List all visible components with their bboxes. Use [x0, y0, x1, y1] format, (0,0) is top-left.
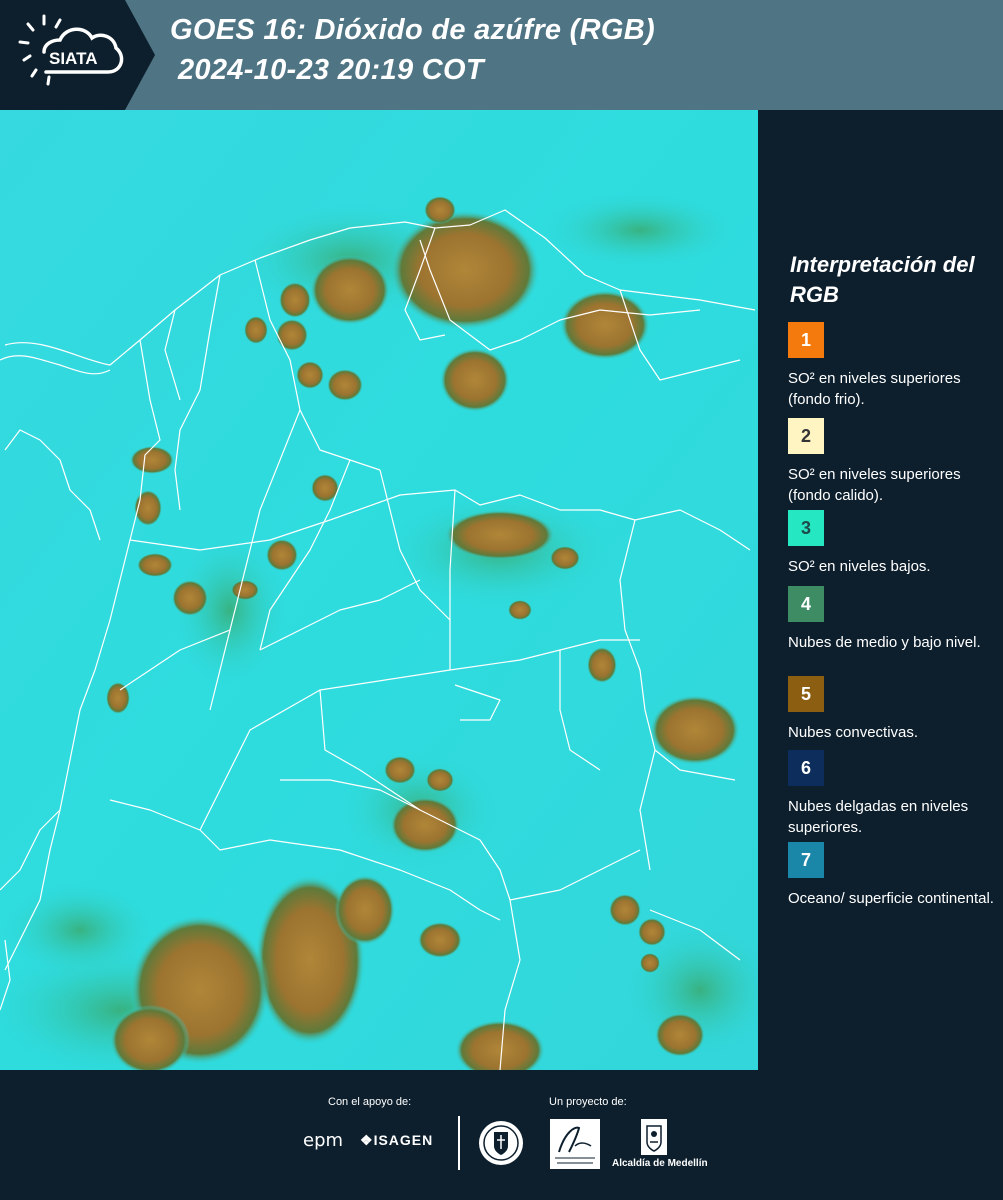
header: SIATA GOES 16: Dióxido de azúfre (RGB) 2… — [0, 0, 1003, 110]
title-line-1: GOES 16: Dióxido de azúfre (RGB) — [170, 14, 655, 46]
legend-item-6: 6 Nubes delgadas en niveles superiores. — [788, 750, 998, 838]
area-metropolitana-logo — [549, 1118, 601, 1175]
legend-item-5: 5 Nubes convectivas. — [788, 676, 998, 743]
legend-text-1: SO² en niveles superiores (fondo frio). — [788, 370, 961, 408]
medellin-seal-icon — [478, 1118, 524, 1173]
footer: Con el apoyo de: Un proyecto de: epm ❖IS… — [0, 1070, 1003, 1200]
legend-text-7: Oceano/ superficie continental. — [788, 890, 994, 907]
legend-item-1: 1 SO² en niveles superiores (fondo frio)… — [788, 322, 998, 410]
legend-swatch-3: 3 — [788, 510, 824, 546]
legend-swatch-7: 7 — [788, 842, 824, 878]
legend-text-6: Nubes delgadas en niveles superiores. — [788, 798, 969, 836]
legend-title: Interpretación del RGB — [790, 252, 975, 307]
project-label: Un proyecto de: — [549, 1096, 627, 1108]
satellite-map — [0, 110, 758, 1070]
legend-text-4: Nubes de medio y bajo nivel. — [788, 634, 981, 651]
legend-swatch-2: 2 — [788, 418, 824, 454]
legend-item-7: 7 Oceano/ superficie continental. — [788, 842, 998, 909]
siata-logo: SIATA — [0, 0, 155, 110]
legend-item-2: 2 SO² en niveles superiores (fondo calid… — [788, 418, 998, 506]
support-label: Con el apoyo de: — [328, 1096, 412, 1108]
alcaldia-medellin-logo — [610, 1118, 690, 1163]
isagen-logo: ❖ISAGEN — [360, 1132, 433, 1149]
legend-item-4: 4 Nubes de medio y bajo nivel. — [788, 586, 998, 653]
isagen-label: ISAGEN — [373, 1132, 434, 1148]
epm-logo: epm — [303, 1130, 344, 1151]
page: SIATA GOES 16: Dióxido de azúfre (RGB) 2… — [0, 0, 1003, 1200]
footer-divider — [458, 1116, 460, 1170]
alcaldia-label: Alcaldía de Medellín — [612, 1158, 708, 1169]
legend-swatch-5: 5 — [788, 676, 824, 712]
legend-swatch-1: 1 — [788, 322, 824, 358]
legend-swatch-6: 6 — [788, 750, 824, 786]
siata-logo-text: SIATA — [49, 49, 97, 68]
legend-text-5: Nubes convectivas. — [788, 724, 919, 741]
title-line-2: 2024-10-23 20:19 COT — [178, 54, 484, 86]
legend-panel: Interpretación del RGB 1 SO² en niveles … — [758, 110, 1003, 1070]
legend-item-3: 3 SO² en niveles bajos. — [788, 510, 998, 577]
legend-text-2: SO² en niveles superiores (fondo calido)… — [788, 466, 961, 504]
legend-text-3: SO² en niveles bajos. — [788, 558, 931, 575]
legend-swatch-4: 4 — [788, 586, 824, 622]
isagen-icon: ❖ — [360, 1132, 374, 1148]
